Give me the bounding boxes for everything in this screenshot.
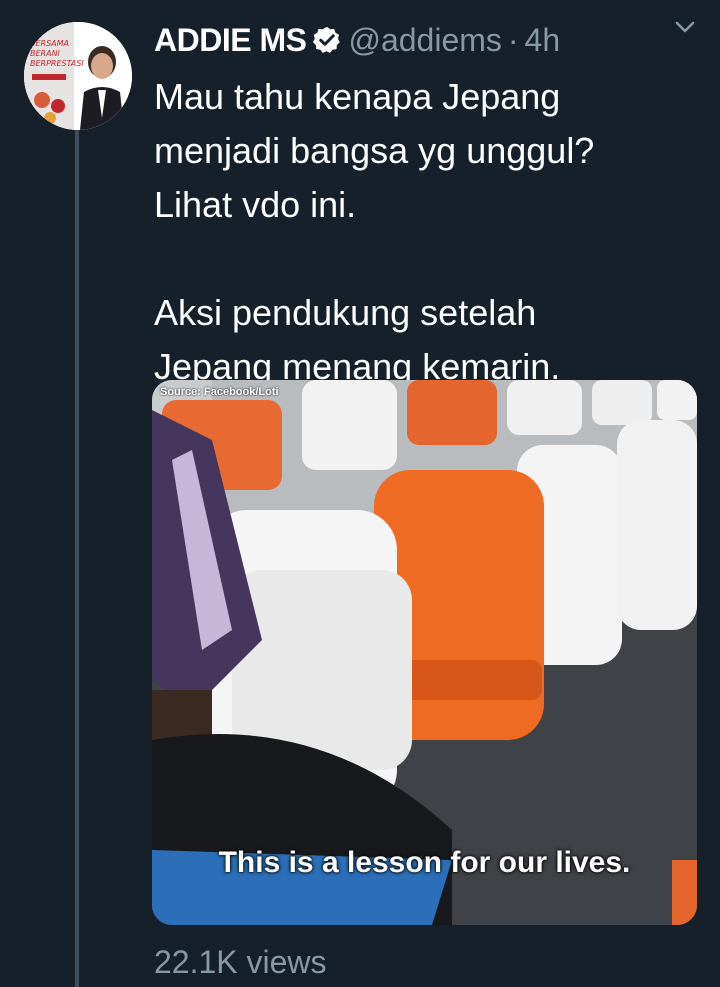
- tweet-text-line: menjadi bangsa yg unggul?: [154, 130, 595, 171]
- video-frame: [152, 380, 697, 925]
- author-handle[interactable]: @addiems: [348, 22, 501, 59]
- thread-line: [75, 130, 79, 987]
- svg-text:BERSAMA: BERSAMA: [30, 39, 69, 48]
- media-caption: This is a lesson for our lives.: [218, 846, 631, 879]
- tweet-time[interactable]: 4h: [525, 22, 561, 59]
- tweet-text: Mau tahu kenapa Jepang menjadi bangsa yg…: [154, 70, 694, 394]
- media-source-label: Source: Facebook/Loti: [160, 386, 279, 398]
- tweet-text-line: Lihat vdo ini.: [154, 184, 357, 225]
- author-name[interactable]: ADDIE MS: [154, 22, 307, 59]
- chevron-down-icon[interactable]: [670, 12, 700, 47]
- tweet-text-line: Aksi pendukung setelah: [154, 292, 537, 333]
- avatar-image: BERSAMA BERANI BERPRESTASI: [24, 22, 132, 130]
- video-media[interactable]: Source: Facebook/Loti This is a lesson f…: [152, 380, 697, 925]
- tweet-text-line: Mau tahu kenapa Jepang: [154, 76, 561, 117]
- avatar[interactable]: BERSAMA BERANI BERPRESTASI: [24, 22, 132, 130]
- separator-dot: ·: [507, 21, 519, 58]
- view-count: 22.1K views: [154, 944, 327, 980]
- svg-text:BERANI: BERANI: [30, 49, 61, 58]
- verified-badge-icon: [312, 25, 342, 55]
- tweet-header: ADDIE MS @addiems · 4h: [154, 18, 720, 62]
- svg-text:BERPRESTASI: BERPRESTASI: [30, 59, 84, 68]
